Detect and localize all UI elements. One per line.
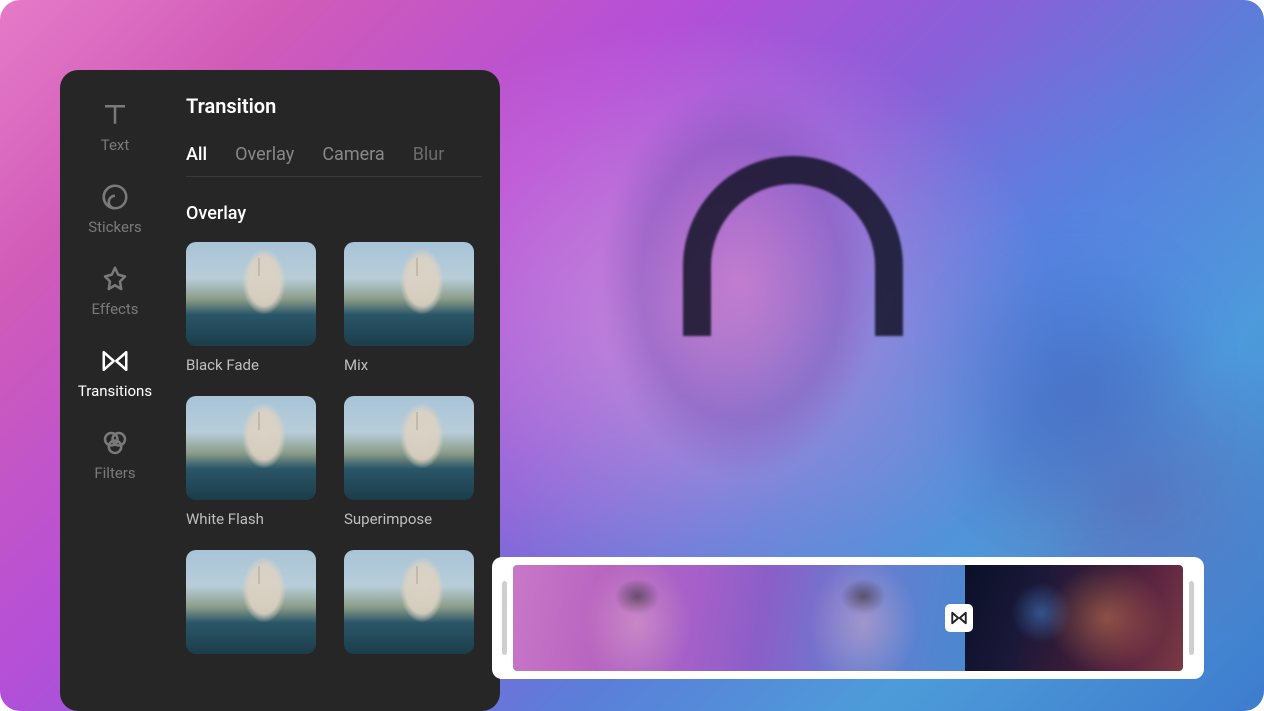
transition-item[interactable] [186,550,324,654]
transition-icon [950,609,968,627]
clip-handle-left[interactable] [502,581,507,655]
transition-thumbnail [344,550,474,654]
sidebar-item-text[interactable]: Text [60,100,170,154]
clip-track[interactable] [513,565,1183,671]
sidebar-item-effects[interactable]: Effects [60,264,170,318]
effects-panel: Text Stickers Effects Transitions Filter [60,70,500,711]
transition-item-mix[interactable]: Mix [344,242,482,374]
tab-overlay[interactable]: Overlay [235,144,294,165]
star-icon [100,264,130,294]
clip-handle-right[interactable] [1189,581,1194,655]
transition-item-superimpose[interactable]: Superimpose [344,396,482,528]
tab-blur[interactable]: Blur [413,144,445,165]
transition-label: Superimpose [344,510,482,528]
timeline [492,557,1204,679]
clip-2[interactable] [965,565,1183,671]
sidebar-item-label: Transitions [78,382,152,400]
transition-thumbnail [344,396,474,500]
transition-item-black-fade[interactable]: Black Fade [186,242,324,374]
text-icon [100,100,130,130]
category-tabs: All Overlay Camera Blur [186,144,482,177]
tab-all[interactable]: All [186,144,207,165]
transition-item[interactable] [344,550,482,654]
transition-label: Mix [344,356,482,374]
tab-camera[interactable]: Camera [322,144,384,165]
sidebar-item-label: Stickers [88,218,142,236]
sticker-icon [100,182,130,212]
sidebar: Text Stickers Effects Transitions Filter [60,70,170,711]
transition-icon [100,346,130,376]
transition-label: Black Fade [186,356,324,374]
panel-content: Transition All Overlay Camera Blur Overl… [170,70,500,711]
preview-bokeh [951,213,1201,563]
section-title: Overlay [186,203,482,224]
transition-thumbnail [186,242,316,346]
transition-grid: Black Fade Mix White Flash Superimpose [186,242,482,654]
transition-thumbnail [344,242,474,346]
sidebar-item-label: Effects [91,300,138,318]
clip-1[interactable] [513,565,965,671]
sidebar-item-label: Filters [94,464,135,482]
transition-label: White Flash [186,510,324,528]
transition-thumbnail [186,550,316,654]
panel-title: Transition [186,94,482,118]
transition-item-white-flash[interactable]: White Flash [186,396,324,528]
transition-marker[interactable] [945,604,973,632]
sidebar-item-transitions[interactable]: Transitions [60,346,170,400]
filter-icon [100,428,130,458]
sidebar-item-stickers[interactable]: Stickers [60,182,170,236]
transition-thumbnail [186,396,316,500]
sidebar-item-filters[interactable]: Filters [60,428,170,482]
sidebar-item-label: Text [101,136,130,154]
